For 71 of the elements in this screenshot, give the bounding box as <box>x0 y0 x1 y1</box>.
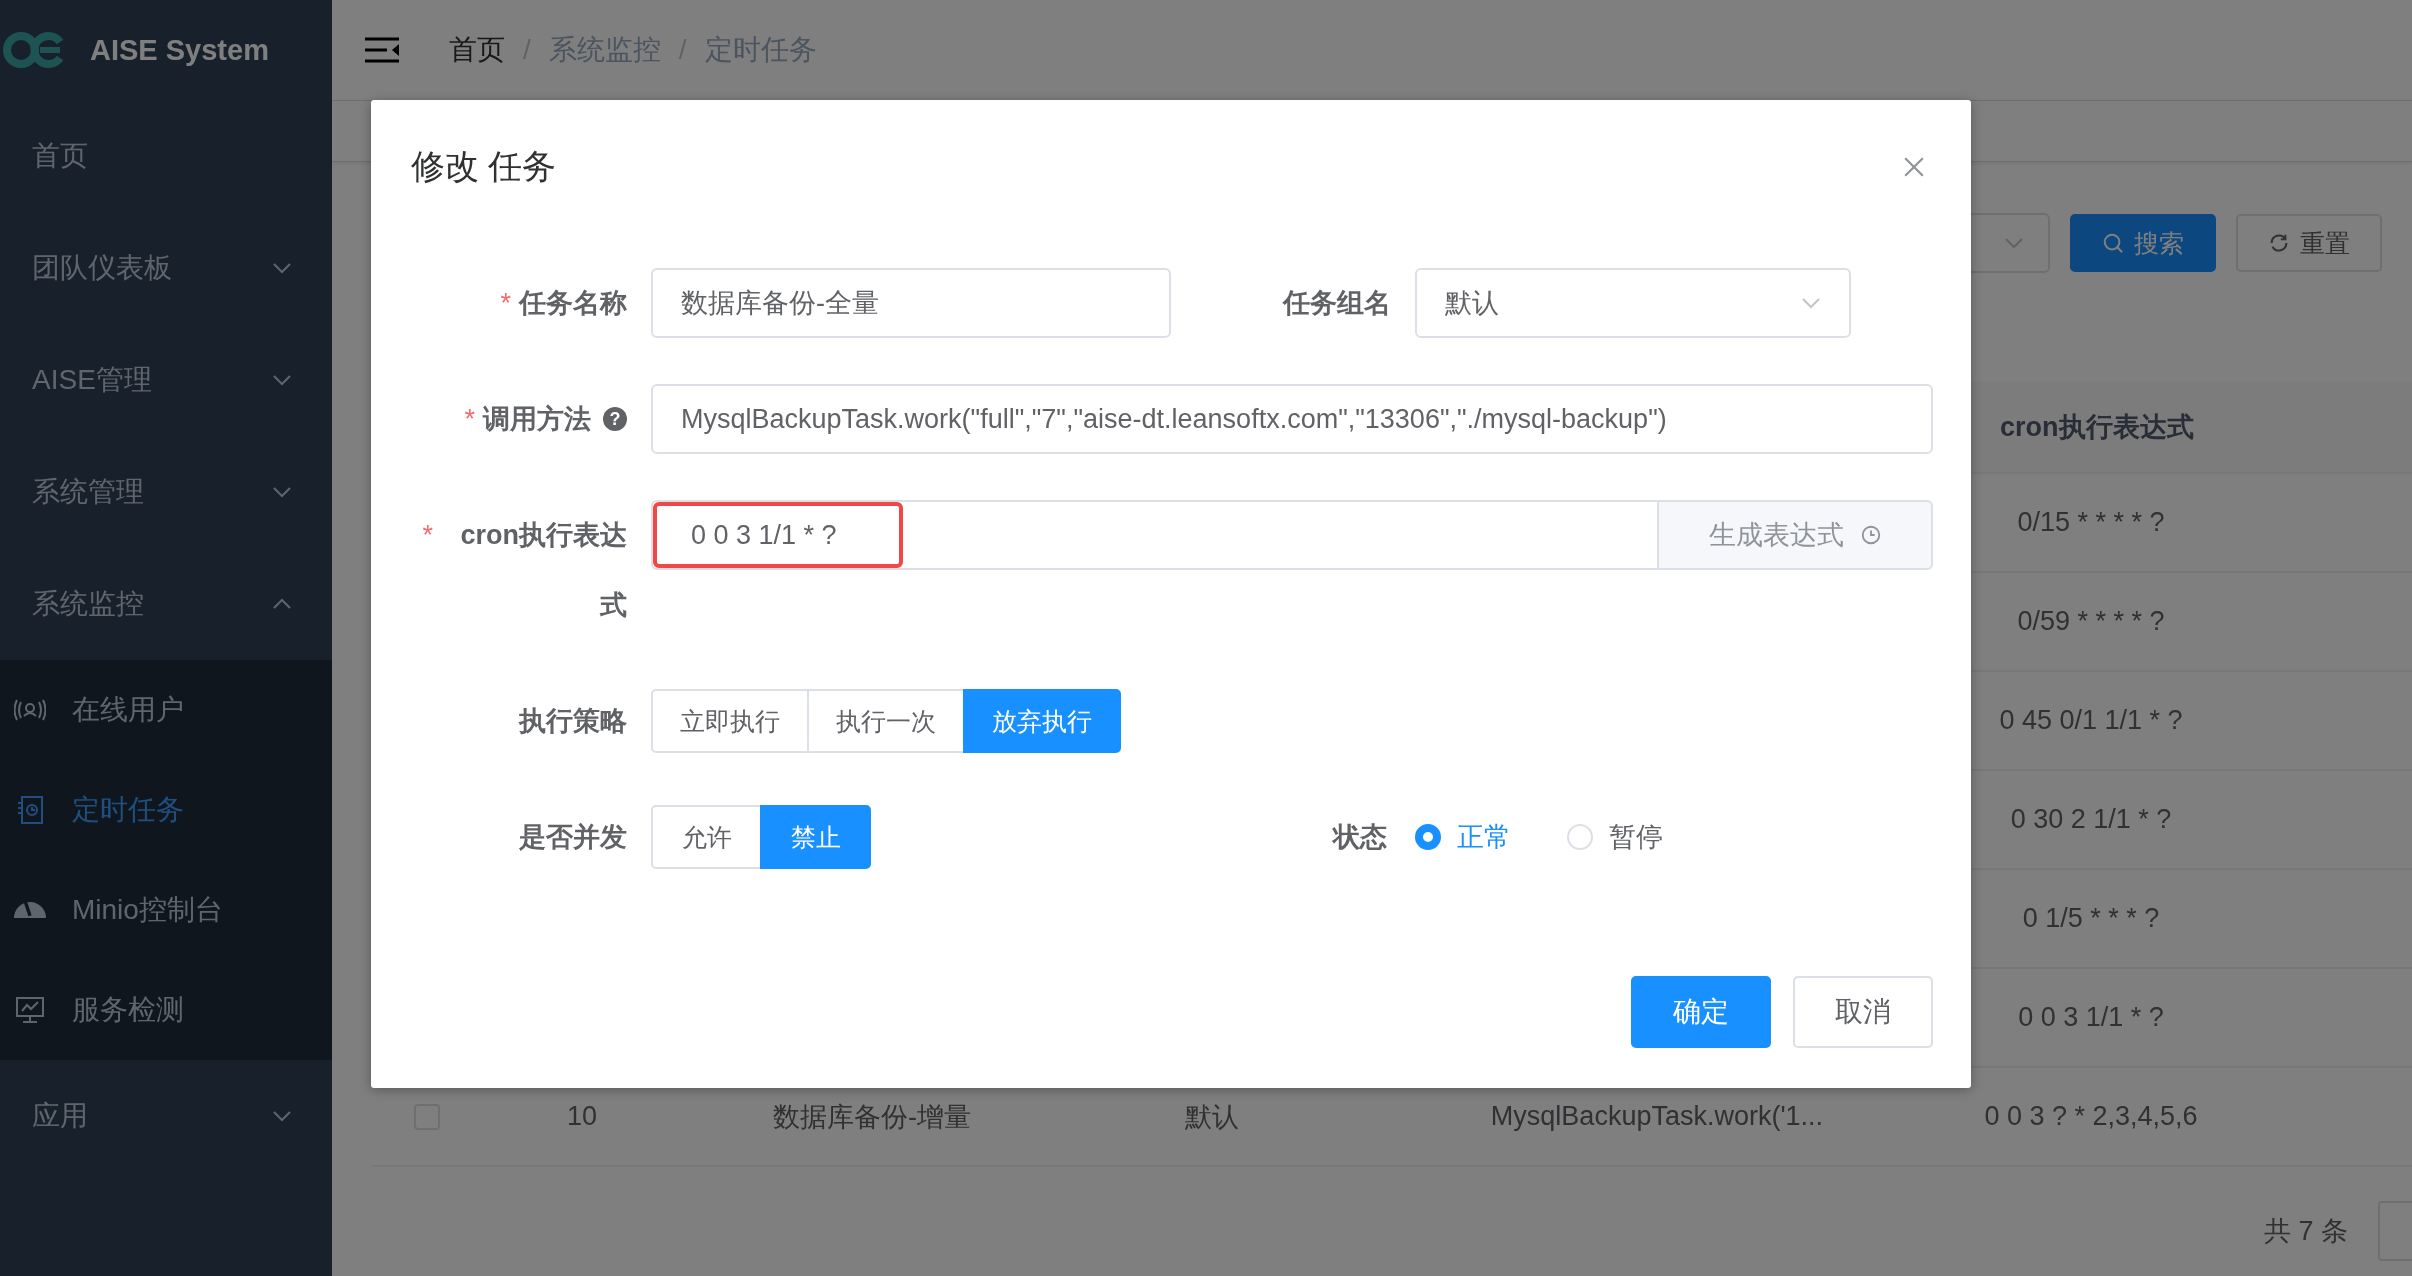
dialog-title: 修改 任务 <box>411 146 557 187</box>
monitor-chart-icon <box>14 994 46 1026</box>
table-cell: 0/59 * * * * ? <box>2017 606 2165 636</box>
field-label: 是否并发 <box>519 821 627 854</box>
chevron-icon <box>272 1110 292 1122</box>
chevron-icon <box>272 598 292 610</box>
table-cell: 0/15 * * * * ? <box>2017 507 2165 537</box>
select-field[interactable]: 默认 <box>1415 268 1851 338</box>
table-cell: MysqlBackupTask.work('1... <box>1490 1101 1824 1131</box>
clock-icon <box>1859 524 1882 546</box>
menu-icon[interactable] <box>365 37 399 63</box>
input-field[interactable]: 0 0 3 1/1 * ? <box>651 500 1659 570</box>
field-label: 任务组名 <box>1283 287 1391 320</box>
cancel-button[interactable]: 取消 <box>1793 976 1933 1048</box>
menu-item[interactable]: 应用 <box>0 1060 332 1172</box>
confirm-button[interactable]: 确定 <box>1631 976 1771 1048</box>
chevron-icon <box>272 374 292 386</box>
required-mark: * <box>422 519 433 552</box>
radio-button[interactable]: 允许 <box>651 805 762 869</box>
breadcrumb-separator: / <box>678 34 687 66</box>
field-label: cron执行表达式 <box>459 519 627 622</box>
table-cell: 0 30 2 1/1 * ? <box>2010 804 2172 834</box>
submenu-item[interactable]: Minio控制台 <box>0 860 332 960</box>
breadcrumb-separator: / <box>523 34 531 66</box>
input-field[interactable]: MysqlBackupTask.work("full","7","aise-dt.leansoftx.com","13306","./mysql-backup") <box>651 384 1933 454</box>
required-mark: * <box>464 403 475 436</box>
table-cell: 0 1/5 * * * ? <box>2022 903 2160 933</box>
brand-name: AISE System <box>90 33 269 67</box>
table-cell: 0 45 0/1 1/1 * ? <box>1999 705 2183 735</box>
radio-label[interactable]: 暂停 <box>1609 819 1663 855</box>
chevron-icon <box>272 262 292 274</box>
column-header: cron执行表达式 <box>1999 411 2195 444</box>
field-label: 调用方法 <box>483 403 591 436</box>
logo-icon <box>2 30 66 70</box>
generate-expression-button[interactable]: 生成表达式 <box>1659 500 1933 570</box>
table-cell: 0 0 3 1/1 * ? <box>2018 1002 2164 1032</box>
radio-button[interactable]: 放弃执行 <box>963 689 1121 753</box>
table-cell: 默认 <box>1185 1101 1239 1132</box>
reset-button[interactable]: 重置 <box>2236 214 2382 272</box>
table-cell: 0 0 3 ? * 2,3,4,5,6 <box>1984 1101 2198 1131</box>
table-cell: 10 <box>566 1101 597 1131</box>
field-label: 任务名称 <box>519 287 627 320</box>
refresh-icon <box>2268 232 2290 254</box>
radio-button[interactable]: 执行一次 <box>807 689 965 753</box>
menu-item[interactable]: 首页 <box>0 100 332 212</box>
chevron-icon <box>272 486 292 498</box>
menu-item[interactable]: 团队仪表板 <box>0 212 332 324</box>
table-cell: 数据库备份-增量 <box>773 1101 971 1132</box>
field-label: 执行策略 <box>519 705 627 738</box>
help-icon[interactable]: ? <box>603 407 627 431</box>
caret-icon <box>2004 237 2024 249</box>
submenu-item[interactable]: 在线用户 <box>0 660 332 760</box>
radio-circle[interactable] <box>1415 824 1441 850</box>
close-icon[interactable] <box>1903 156 1925 178</box>
search-button[interactable]: 搜索 <box>2070 214 2216 272</box>
submenu-item[interactable]: 定时任务 <box>0 760 332 860</box>
submenu-item[interactable]: 服务检测 <box>0 960 332 1060</box>
radio-label[interactable]: 正常 <box>1457 819 1511 855</box>
menu-item[interactable]: 系统管理 <box>0 436 332 548</box>
dashboard-icon <box>14 902 46 918</box>
radio-button[interactable]: 禁止 <box>760 805 871 869</box>
pagination-total: 共 7 条 <box>2263 1215 2348 1248</box>
menu-item[interactable]: 系统监控 <box>0 548 332 660</box>
radio-button[interactable]: 立即执行 <box>651 689 809 753</box>
field-label: 状态 <box>1333 821 1387 854</box>
search-icon <box>2102 232 2124 254</box>
menu-item[interactable]: AISE管理 <box>0 324 332 436</box>
input-field[interactable]: 数据库备份-全量 <box>651 268 1171 338</box>
required-mark: * <box>500 287 511 320</box>
caret-icon <box>1801 297 1821 309</box>
breadcrumb-link[interactable]: 首页 <box>449 31 505 69</box>
